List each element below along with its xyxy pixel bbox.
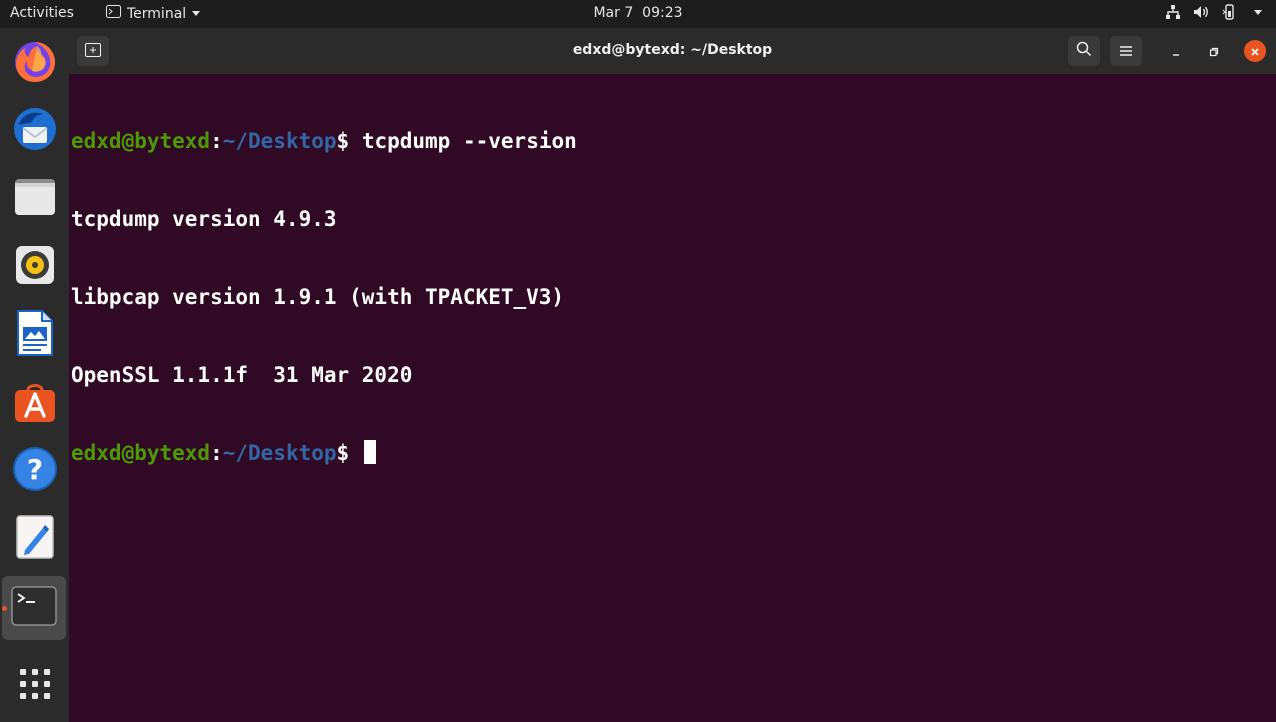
prompt-separator: : bbox=[210, 129, 223, 153]
running-indicator bbox=[2, 606, 7, 611]
network-icon[interactable] bbox=[1165, 4, 1181, 20]
system-tray[interactable] bbox=[1165, 4, 1262, 20]
prompt-user: edxd@bytexd bbox=[71, 441, 211, 465]
power-icon[interactable] bbox=[1222, 4, 1242, 20]
software-center-icon bbox=[12, 378, 58, 428]
chevron-down-icon[interactable] bbox=[1254, 9, 1262, 15]
close-icon bbox=[1250, 42, 1260, 61]
clock-date: Mar 7 bbox=[593, 5, 634, 21]
prompt-separator: : bbox=[210, 441, 223, 465]
menu-button[interactable] bbox=[1110, 36, 1142, 66]
thunderbird-icon bbox=[11, 105, 59, 157]
dock-item-show-apps[interactable] bbox=[0, 654, 69, 718]
svg-text:?: ? bbox=[26, 453, 42, 486]
help-icon: ? bbox=[12, 446, 58, 496]
volume-icon[interactable] bbox=[1193, 4, 1210, 20]
dock-item-terminal[interactable] bbox=[2, 576, 66, 640]
dock-item-firefox[interactable] bbox=[0, 31, 69, 95]
restore-icon bbox=[1209, 42, 1219, 61]
search-button[interactable] bbox=[1068, 36, 1100, 66]
dock-item-rhythmbox[interactable] bbox=[0, 235, 69, 299]
libreoffice-writer-icon bbox=[14, 309, 56, 361]
minimize-icon bbox=[1171, 42, 1181, 61]
prompt-user: edxd@bytexd bbox=[71, 129, 211, 153]
terminal-output[interactable]: edxd@bytexd:~/Desktop$ tcpdump --version… bbox=[71, 76, 1276, 518]
dock-item-files[interactable] bbox=[0, 167, 69, 231]
prompt-symbol: $ bbox=[336, 129, 362, 153]
terminal-window: edxd@bytexd: ~/Desktop edxd@bytexd:~/Des… bbox=[69, 28, 1276, 722]
restore-button[interactable] bbox=[1203, 40, 1225, 62]
dock: ? bbox=[0, 28, 69, 722]
close-button[interactable] bbox=[1244, 40, 1266, 62]
prompt-line: edxd@bytexd:~/Desktop$ tcpdump --version bbox=[71, 128, 1276, 154]
dock-item-text-editor[interactable] bbox=[0, 507, 69, 571]
title-bar[interactable]: edxd@bytexd: ~/Desktop bbox=[69, 28, 1276, 74]
output-line: tcpdump version 4.9.3 bbox=[71, 207, 337, 231]
prompt-symbol: $ bbox=[336, 441, 362, 465]
rhythmbox-icon bbox=[13, 243, 57, 291]
command-text: tcpdump --version bbox=[361, 129, 577, 153]
prompt-path: ~/Desktop bbox=[222, 129, 337, 153]
terminal-icon bbox=[11, 586, 57, 630]
minimize-button[interactable] bbox=[1165, 40, 1187, 62]
dock-item-thunderbird[interactable] bbox=[0, 99, 69, 163]
dock-item-software[interactable] bbox=[0, 371, 69, 435]
dock-item-writer[interactable] bbox=[0, 303, 69, 367]
prompt-path: ~/Desktop bbox=[222, 441, 337, 465]
text-editor-icon bbox=[15, 514, 55, 564]
prompt-line: edxd@bytexd:~/Desktop$ bbox=[71, 440, 1276, 466]
clock[interactable]: Mar 7 09:23 bbox=[0, 5, 1276, 21]
firefox-icon bbox=[11, 37, 59, 89]
search-icon bbox=[1076, 41, 1092, 61]
clock-time: 09:23 bbox=[642, 5, 683, 21]
dock-item-help[interactable]: ? bbox=[0, 439, 69, 503]
top-bar: Activities Terminal Mar 7 09:23 bbox=[0, 0, 1276, 28]
text-cursor bbox=[363, 440, 376, 464]
scrollbar[interactable] bbox=[1269, 74, 1275, 722]
output-line: libpcap version 1.9.1 (with TPACKET_V3) bbox=[71, 285, 565, 309]
hamburger-menu-icon bbox=[1119, 42, 1133, 61]
show-apps-icon bbox=[18, 667, 52, 705]
files-icon bbox=[12, 174, 58, 224]
output-line: OpenSSL 1.1.1f 31 Mar 2020 bbox=[71, 363, 413, 387]
